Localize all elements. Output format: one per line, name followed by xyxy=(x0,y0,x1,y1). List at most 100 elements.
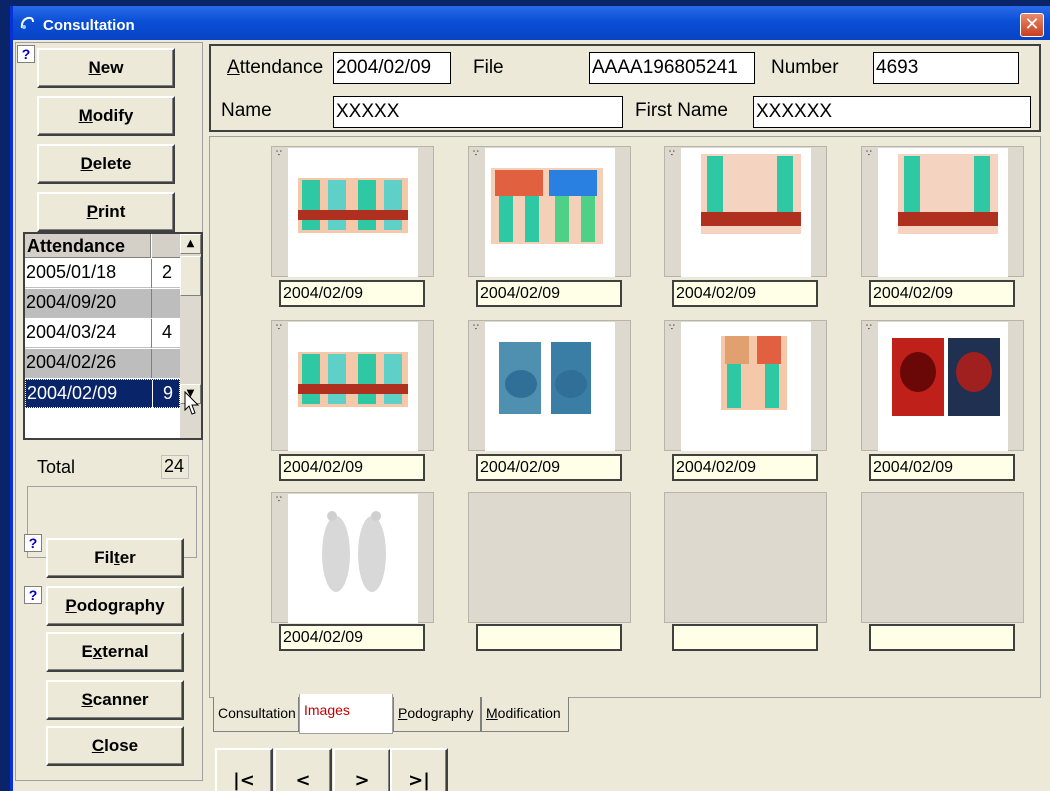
image-date-field[interactable]: 2004/02/09 xyxy=(476,280,622,307)
image-thumbnail[interactable]: ∵ xyxy=(664,320,827,451)
image-thumbnail[interactable] xyxy=(468,492,631,623)
attendance-label: Attendance xyxy=(227,57,324,78)
close-window-button[interactable]: ✕ xyxy=(1020,13,1044,37)
thermography-image xyxy=(485,322,615,451)
help-icon[interactable]: ? xyxy=(17,45,35,63)
consultation-window: Consultation ✕ ? New Modify Delete Print… xyxy=(10,6,1050,791)
thermography-image xyxy=(681,322,811,451)
thumbnail-marker-icon: ∵ xyxy=(669,149,675,159)
first-name-field[interactable]: XXXXXX xyxy=(753,96,1031,128)
thermography-image xyxy=(681,148,811,277)
first-record-button[interactable]: |< xyxy=(215,748,273,791)
image-thumbnail[interactable]: ∵ xyxy=(271,146,434,277)
image-date-field[interactable] xyxy=(869,624,1015,651)
total-label: Total xyxy=(37,457,76,477)
thumbnail-marker-icon: ∵ xyxy=(473,149,479,159)
image-date-field[interactable] xyxy=(672,624,818,651)
tab-podography[interactable]: Podography xyxy=(393,697,481,732)
attendance-row[interactable]: 2004/03/24 4 xyxy=(25,319,180,348)
tab-images[interactable]: Images xyxy=(299,694,393,734)
attendance-row[interactable]: 2004/09/20 xyxy=(25,289,180,318)
attendance-row[interactable]: 2005/01/18 2 xyxy=(25,259,180,288)
file-field[interactable]: AAAA196805241 xyxy=(589,52,755,84)
title-bar[interactable]: Consultation ✕ xyxy=(13,6,1050,40)
new-button[interactable]: New xyxy=(37,48,175,88)
thumbnail-marker-icon: ∵ xyxy=(866,149,872,159)
tab-modification[interactable]: Modification xyxy=(481,697,569,732)
delete-button[interactable]: Delete xyxy=(37,144,175,184)
image-date-field[interactable]: 2004/02/09 xyxy=(672,280,818,307)
thermography-image xyxy=(288,494,418,623)
thumbnail-marker-icon: ∵ xyxy=(276,495,282,505)
modify-button[interactable]: Modify xyxy=(37,96,175,136)
thumbnail-marker-icon: ∵ xyxy=(669,323,675,333)
row-count: 2 xyxy=(151,259,180,288)
scanner-button[interactable]: Scanner xyxy=(46,680,184,720)
image-date-field[interactable]: 2004/02/09 xyxy=(672,454,818,481)
mouse-cursor-icon xyxy=(184,390,200,415)
row-count xyxy=(151,349,180,378)
scroll-up-icon[interactable]: ▲ xyxy=(180,234,201,254)
attendance-column-header[interactable]: Attendance xyxy=(25,234,151,258)
image-thumbnail[interactable]: ∵ xyxy=(664,146,827,277)
external-button[interactable]: External xyxy=(46,632,184,672)
number-label: Number xyxy=(771,57,839,78)
image-thumbnail[interactable]: ∵ xyxy=(468,320,631,451)
scroll-thumb[interactable] xyxy=(180,256,201,296)
first-name-label: First Name xyxy=(635,100,728,121)
window-title: Consultation xyxy=(43,17,135,34)
row-date: 2004/09/20 xyxy=(26,292,117,312)
thumbnail-marker-icon: ∵ xyxy=(276,323,282,333)
attendance-row-selected[interactable]: 2004/02/09 9 xyxy=(25,379,181,409)
tab-consultation[interactable]: Consultation xyxy=(213,697,299,732)
thermography-image xyxy=(485,148,615,277)
row-count: 4 xyxy=(151,319,180,348)
image-thumbnail[interactable]: ∵ xyxy=(271,320,434,451)
patient-header: Attendance 2004/02/09 File AAAA196805241… xyxy=(209,44,1041,132)
help-icon[interactable]: ? xyxy=(24,534,42,552)
print-button[interactable]: Print xyxy=(37,192,175,232)
row-date: 2005/01/18 xyxy=(26,262,117,282)
row-count xyxy=(151,289,180,318)
podography-button[interactable]: Podography xyxy=(46,586,184,626)
image-thumbnail[interactable]: ∵ xyxy=(468,146,631,277)
previous-record-button[interactable]: < xyxy=(274,748,332,791)
filter-button[interactable]: Filter xyxy=(46,538,184,578)
total-value: 24 xyxy=(161,455,189,479)
thermography-image xyxy=(288,322,418,451)
row-date: 2004/02/26 xyxy=(26,352,117,372)
name-field[interactable]: XXXXX xyxy=(333,96,623,128)
row-date: 2004/03/24 xyxy=(26,322,117,342)
number-field[interactable]: 4693 xyxy=(873,52,1019,84)
thumbnail-marker-icon: ∵ xyxy=(473,323,479,333)
help-icon[interactable]: ? xyxy=(24,586,42,604)
next-record-button[interactable]: > xyxy=(333,748,391,791)
attendance-row[interactable]: 2004/02/26 xyxy=(25,349,180,378)
image-date-field[interactable]: 2004/02/09 xyxy=(279,280,425,307)
last-record-button[interactable]: >| xyxy=(390,748,448,791)
image-thumbnail[interactable]: ∵ xyxy=(861,320,1024,451)
image-date-field[interactable]: 2004/02/09 xyxy=(476,454,622,481)
image-date-field[interactable]: 2004/02/09 xyxy=(869,454,1015,481)
close-button[interactable]: Close xyxy=(46,726,184,766)
row-date: 2004/02/09 xyxy=(27,383,118,403)
image-date-field[interactable]: 2004/02/09 xyxy=(279,454,425,481)
thumbnail-marker-icon: ∵ xyxy=(866,323,872,333)
image-thumbnail[interactable]: ∵ xyxy=(271,492,434,623)
file-label: File xyxy=(473,57,504,78)
attendance-field[interactable]: 2004/02/09 xyxy=(333,52,451,84)
name-label: Name xyxy=(221,100,272,121)
image-thumbnail[interactable] xyxy=(664,492,827,623)
count-column-header[interactable] xyxy=(152,234,180,258)
image-thumbnail[interactable] xyxy=(861,492,1024,623)
client-area: ? New Modify Delete Print Attendance 200… xyxy=(13,40,1050,791)
row-count: 9 xyxy=(152,380,181,409)
thermography-image xyxy=(878,322,1008,451)
image-thumbnail[interactable]: ∵ xyxy=(861,146,1024,277)
thumbnail-marker-icon: ∵ xyxy=(276,149,282,159)
image-date-field[interactable]: 2004/02/09 xyxy=(869,280,1015,307)
thermography-image xyxy=(878,148,1008,277)
image-date-field[interactable]: 2004/02/09 xyxy=(279,624,425,651)
image-date-field[interactable] xyxy=(476,624,622,651)
attendance-list[interactable]: Attendance 2005/01/18 2 2004/09/20 2004/… xyxy=(23,232,203,440)
